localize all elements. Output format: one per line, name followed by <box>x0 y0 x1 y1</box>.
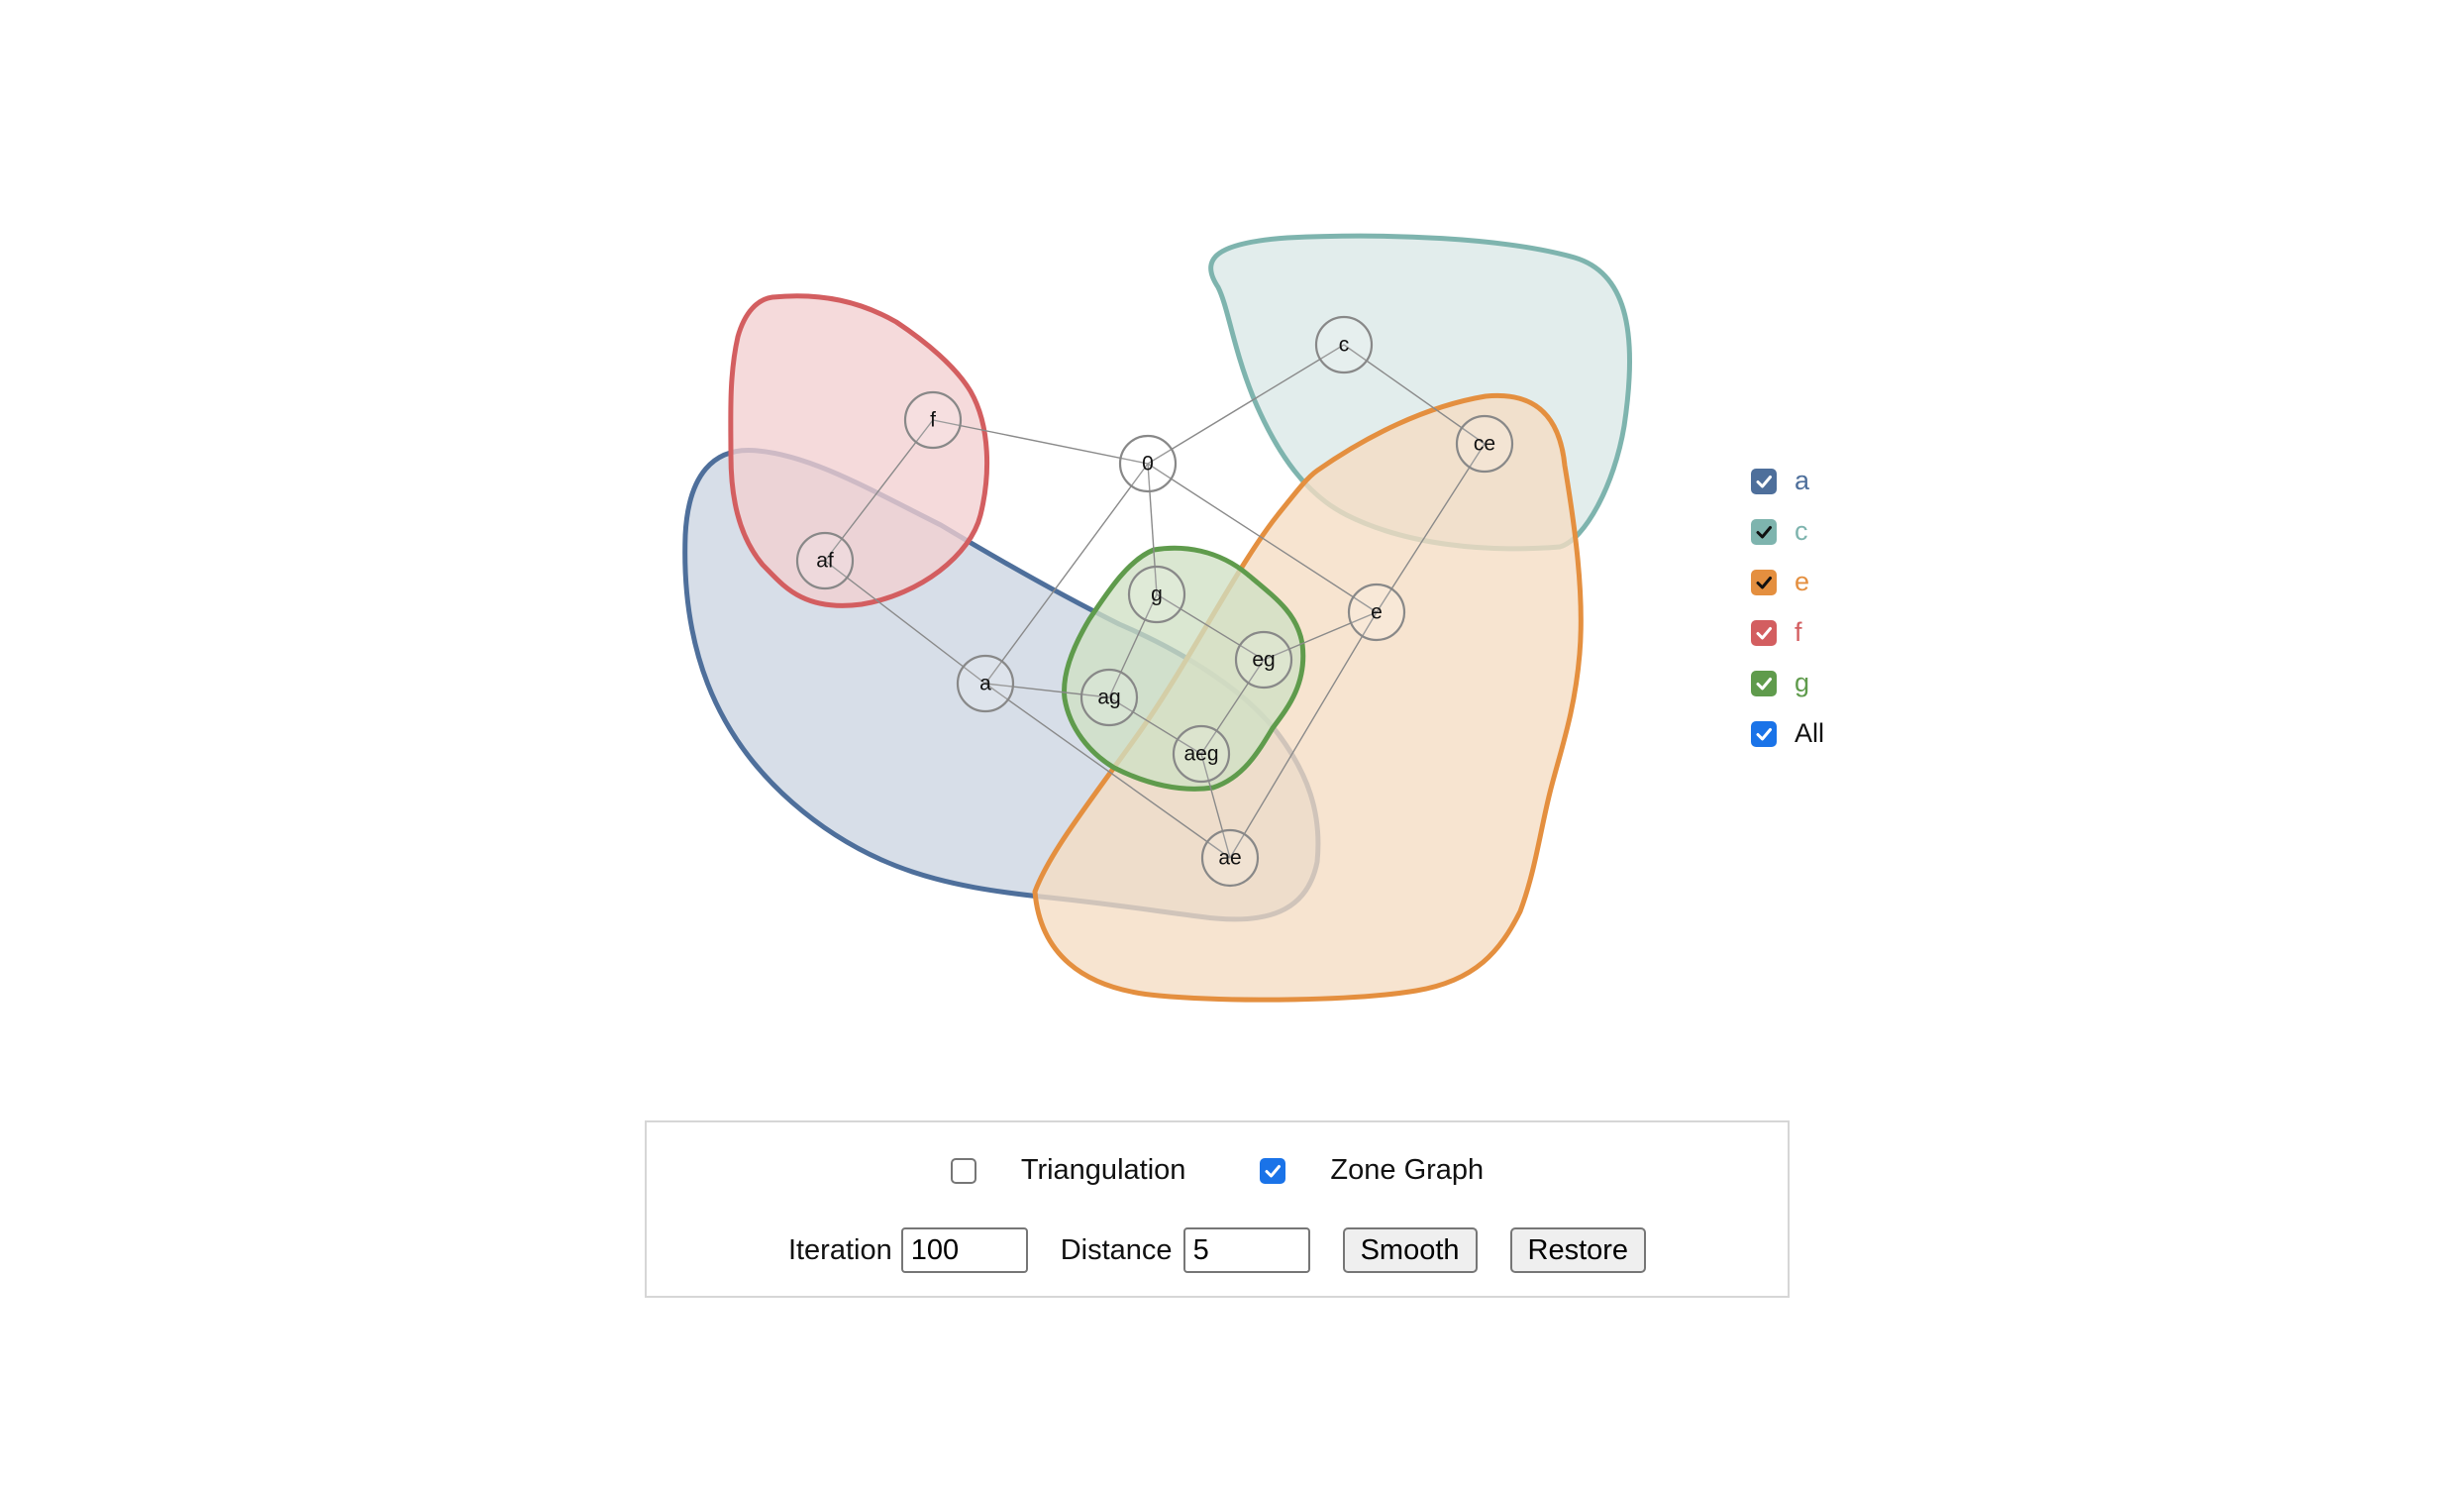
node-g[interactable]: g <box>1127 565 1186 624</box>
legend-label-a: a <box>1795 466 1810 495</box>
smoothing-row: Iteration Distance Smooth Restore <box>647 1227 1788 1273</box>
zone-graph-checkbox[interactable] <box>1260 1157 1286 1184</box>
node-ce[interactable]: ce <box>1455 414 1514 474</box>
triangulation-checkbox[interactable] <box>950 1157 976 1184</box>
legend-item-c[interactable]: c <box>1751 506 1824 557</box>
distance-label: Distance <box>1060 1233 1173 1266</box>
node-0-label: 0 <box>1142 453 1154 476</box>
node-a-label: a <box>979 673 991 695</box>
legend-label-f: f <box>1795 617 1802 647</box>
legend-label-e: e <box>1795 567 1810 596</box>
node-af[interactable]: af <box>795 531 855 590</box>
node-ag-label: ag <box>1097 687 1120 709</box>
zone-f-shape <box>728 293 990 608</box>
zone-graph-label: Zone Graph <box>1330 1154 1485 1186</box>
node-c[interactable]: c <box>1314 315 1374 374</box>
node-aeg[interactable]: aeg <box>1172 724 1231 784</box>
legend-checkbox-a[interactable] <box>1751 468 1777 494</box>
restore-button[interactable]: Restore <box>1509 1227 1647 1273</box>
node-g-label: g <box>1151 584 1163 606</box>
legend-checkbox-e[interactable] <box>1751 569 1777 595</box>
legend-checkbox-c[interactable] <box>1751 518 1777 545</box>
iteration-input[interactable] <box>900 1227 1028 1273</box>
node-a[interactable]: a <box>956 654 1015 713</box>
options-row: Triangulation Zone Graph <box>647 1154 1788 1187</box>
node-ag[interactable]: ag <box>1079 668 1139 727</box>
controls-panel: Triangulation Zone Graph Iteration Dista… <box>645 1120 1790 1298</box>
node-aeg-label: aeg <box>1183 743 1218 766</box>
zone-legend: a c e f g All <box>1751 456 1824 759</box>
iteration-label: Iteration <box>787 1233 892 1266</box>
legend-item-g[interactable]: g <box>1751 658 1824 708</box>
legend-checkbox-g[interactable] <box>1751 670 1777 696</box>
legend-item-f[interactable]: f <box>1751 607 1824 658</box>
node-ae[interactable]: ae <box>1200 828 1260 888</box>
node-e-label: e <box>1371 601 1383 624</box>
node-eg[interactable]: eg <box>1234 630 1293 690</box>
node-e[interactable]: e <box>1347 583 1406 642</box>
legend-label-c: c <box>1795 516 1808 546</box>
node-0[interactable]: 0 <box>1118 434 1178 493</box>
legend-checkbox-all[interactable] <box>1751 720 1777 747</box>
node-eg-label: eg <box>1252 649 1275 672</box>
node-f-label: f <box>930 409 936 432</box>
legend-item-all[interactable]: All <box>1751 708 1824 759</box>
legend-item-e[interactable]: e <box>1751 557 1824 607</box>
node-f[interactable]: f <box>903 390 963 450</box>
node-c-label: c <box>1339 334 1350 357</box>
node-af-label: af <box>816 550 834 573</box>
node-ce-label: ce <box>1474 433 1495 456</box>
legend-label-g: g <box>1795 668 1810 697</box>
legend-item-a[interactable]: a <box>1751 456 1824 506</box>
legend-label-all: All <box>1795 718 1825 748</box>
node-ae-label: ae <box>1218 847 1241 870</box>
smooth-button[interactable]: Smooth <box>1342 1227 1478 1273</box>
distance-input[interactable] <box>1182 1227 1310 1273</box>
legend-checkbox-f[interactable] <box>1751 619 1777 646</box>
triangulation-label: Triangulation <box>1020 1154 1186 1186</box>
